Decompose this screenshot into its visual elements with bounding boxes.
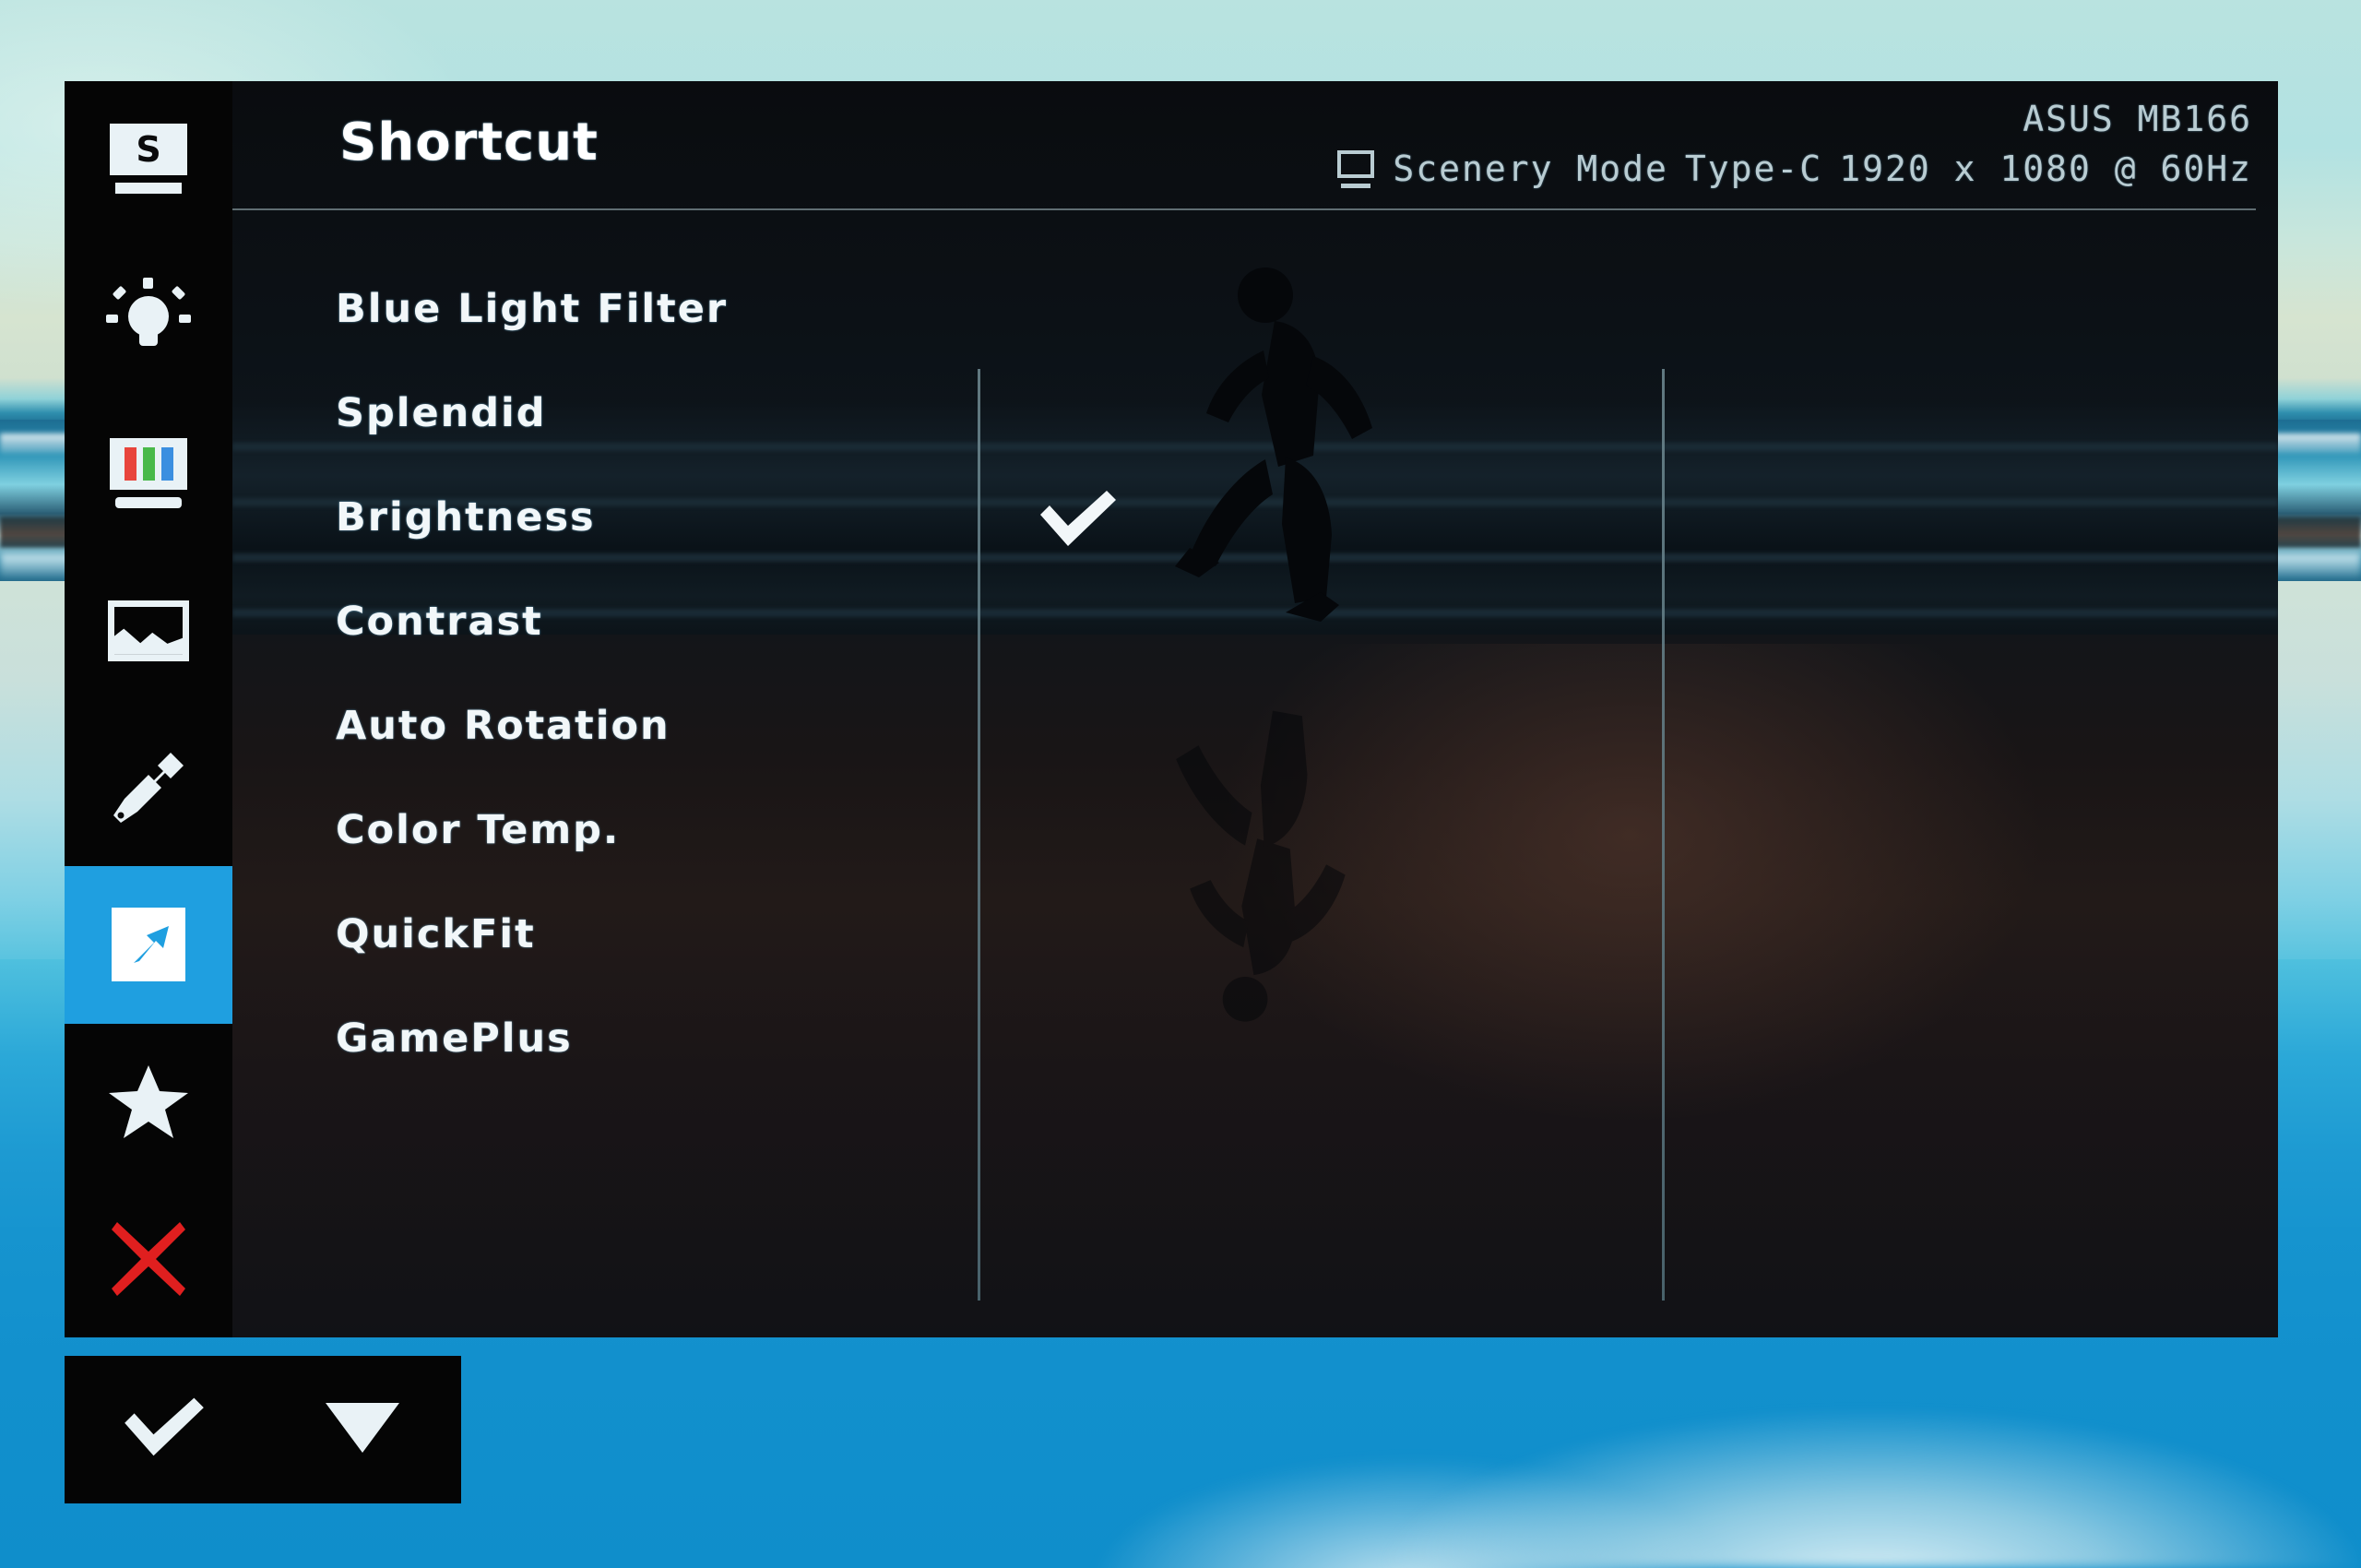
menu-item-quickfit[interactable]: QuickFit <box>336 882 1489 986</box>
wallpaper-surf-right <box>1383 1411 2361 1568</box>
star-icon <box>106 1062 191 1143</box>
page-title: Shortcut <box>339 113 599 172</box>
close-x-icon <box>108 1218 189 1300</box>
menu-item-splendid[interactable]: Splendid <box>336 361 1489 465</box>
check-icon <box>121 1396 208 1464</box>
osd-window: S <box>65 81 2278 1337</box>
sidebar-item-myfavorite[interactable] <box>65 1024 232 1181</box>
color-bars-screen-icon <box>110 438 187 510</box>
osd-status-block: ASUS MB166 Scenery Mode Type-C 1920 x 10… <box>1335 98 2252 191</box>
sidebar-item-system-setup[interactable] <box>65 709 232 866</box>
menu-item-auto-rotation[interactable]: Auto Rotation <box>336 673 1489 778</box>
osd-main-panel: Shortcut ASUS MB166 Scenery Mode Type-C … <box>232 81 2278 1337</box>
osd-header: Shortcut ASUS MB166 Scenery Mode Type-C … <box>232 81 2278 210</box>
shortcut-arrow-icon <box>112 908 185 981</box>
menu-item-label: Contrast <box>336 599 543 645</box>
osd-sidebar: S <box>65 81 232 1337</box>
menu-item-brightness[interactable]: Brightness <box>336 465 1489 569</box>
splendid-icon-letter: S <box>110 124 187 175</box>
menu-item-contrast[interactable]: Contrast <box>336 569 1489 673</box>
triangle-down-icon <box>323 1397 402 1462</box>
header-divider <box>232 208 2256 210</box>
picture-icon <box>108 600 189 661</box>
splendid-screen-icon: S <box>110 124 187 196</box>
splendid-mode-value: Scenery Mode <box>1393 148 1668 192</box>
lightbulb-icon <box>106 276 191 357</box>
sidebar-item-blue-light-filter[interactable] <box>65 238 232 395</box>
menu-item-label: GamePlus <box>336 1016 573 1062</box>
menu-item-gameplus[interactable]: GamePlus <box>336 986 1489 1090</box>
sidebar-item-image[interactable] <box>65 552 232 709</box>
monitor-model: ASUS MB166 <box>1335 98 2252 142</box>
sidebar-item-exit[interactable] <box>65 1181 232 1337</box>
menu-item-color-temp[interactable]: Color Temp. <box>336 778 1489 882</box>
menu-item-label: Brightness <box>336 494 596 540</box>
menu-item-label: Auto Rotation <box>336 703 670 749</box>
splendid-icon-stand <box>115 183 182 194</box>
menu-item-label: Color Temp. <box>336 807 620 853</box>
confirm-button[interactable] <box>65 1356 263 1503</box>
monitor-icon <box>1335 148 1376 189</box>
osd-hotkey-bar <box>65 1356 461 1503</box>
menu-item-label: Splendid <box>336 390 547 436</box>
preview-guide-line-right <box>1662 369 1665 1301</box>
sidebar-item-color[interactable] <box>65 396 232 552</box>
resolution-value: 1920 x 1080 @ 60Hz <box>1839 148 2252 192</box>
check-icon <box>1037 489 1120 553</box>
input-source-value: Type-C <box>1685 148 1822 192</box>
sidebar-item-splendid[interactable]: S <box>65 81 232 238</box>
menu-item-blue-light-filter[interactable]: Blue Light Filter <box>336 256 1489 361</box>
shortcut-menu-list: Blue Light Filter Splendid Brightness Co… <box>336 256 1489 1090</box>
menu-item-label: Blue Light Filter <box>336 286 728 332</box>
wrench-icon <box>106 745 191 830</box>
menu-item-label: QuickFit <box>336 911 536 957</box>
sidebar-item-shortcut[interactable] <box>65 866 232 1023</box>
next-button[interactable] <box>263 1356 461 1503</box>
